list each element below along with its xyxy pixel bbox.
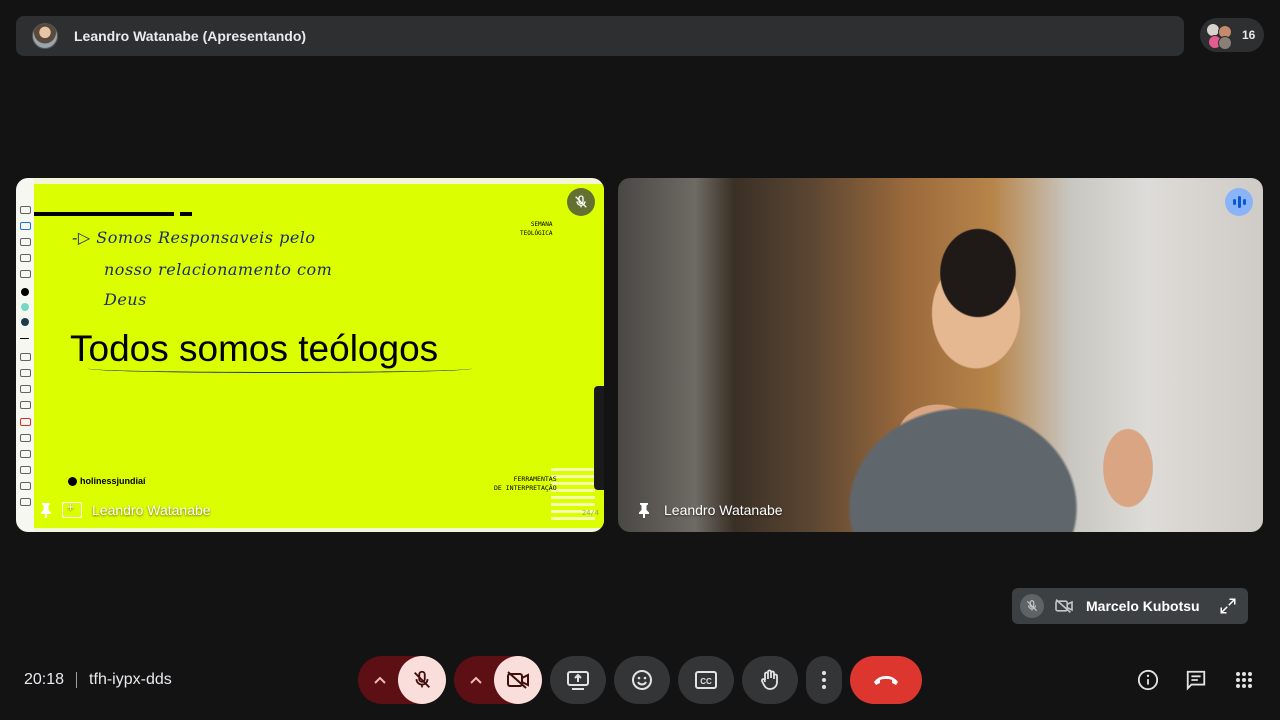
slide-bottom-line-1: FERRAMENTAS <box>513 475 557 483</box>
speaking-indicator-icon <box>1225 188 1253 216</box>
more-options-button[interactable] <box>806 656 842 704</box>
hang-up-icon <box>874 676 898 685</box>
slide-scrollbar[interactable] <box>594 386 604 490</box>
participant-count: 16 <box>1242 28 1256 42</box>
handwritten-underline <box>88 364 472 373</box>
raise-hand-icon <box>761 669 778 690</box>
slide-corner-line-2: TEOLÓGICA <box>520 230 553 237</box>
camera-control-group <box>454 656 542 704</box>
mic-control-group <box>358 656 446 704</box>
participant-avatars <box>1204 21 1232 50</box>
captions-button[interactable]: CC <box>678 656 734 704</box>
chat-button[interactable] <box>1184 668 1208 692</box>
emoji-icon <box>632 670 652 690</box>
present-screen-icon <box>62 500 82 518</box>
self-view-tile[interactable]: Marcelo Kubotsu <box>1012 588 1248 624</box>
screen-share-tile[interactable]: -▷ Somos Responsaveis pelo nosso relacio… <box>16 178 604 532</box>
leave-call-button[interactable] <box>850 656 922 704</box>
microphone-toggle-button[interactable] <box>398 656 446 704</box>
presenting-label: Leandro Watanabe (Apresentando) <box>74 28 307 44</box>
meeting-details-button[interactable] <box>1136 668 1160 692</box>
expand-icon[interactable] <box>1216 594 1240 618</box>
meeting-time: 20:18 <box>24 671 65 688</box>
screen-tile-name: Leandro Watanabe <box>92 502 211 518</box>
camera-off-icon <box>507 671 529 689</box>
annotation-toolbar <box>16 178 34 532</box>
meeting-details: 20:18 tfh-iypx-dds <box>24 668 172 692</box>
camera-toggle-button[interactable] <box>494 656 542 704</box>
pin-icon[interactable] <box>634 500 654 520</box>
slide-decor-bar-small <box>180 212 192 216</box>
pin-icon[interactable] <box>36 500 56 520</box>
video-options-button[interactable] <box>454 656 498 704</box>
present-screen-button[interactable] <box>550 656 606 704</box>
more-vert-icon <box>822 671 826 689</box>
slide-page-number: 24/4 <box>582 509 599 517</box>
captions-icon: CC <box>695 671 717 689</box>
presenting-banner: Leandro Watanabe (Apresentando) <box>16 16 1184 56</box>
info-icon <box>1137 669 1159 691</box>
logo-text: holinessjundiaí <box>80 476 146 486</box>
presentation-slide: -▷ Somos Responsaveis pelo nosso relacio… <box>34 184 604 528</box>
slide-decor-bar <box>34 212 174 216</box>
activities-button[interactable] <box>1232 668 1256 692</box>
raise-hand-button[interactable] <box>742 656 798 704</box>
camera-tile-label: Leandro Watanabe <box>618 500 783 520</box>
handwritten-line-3: Deus <box>104 290 147 309</box>
participants-button[interactable]: 16 <box>1200 18 1264 52</box>
mic-off-icon <box>414 670 430 688</box>
logo-mark-icon <box>68 476 77 486</box>
slide-corner-title: SEMANA TEOLÓGICA <box>520 220 553 238</box>
self-mic-off-icon <box>1020 594 1044 618</box>
svg-text:CC: CC <box>700 677 712 686</box>
presenter-avatar <box>32 23 58 49</box>
self-camera-off-icon <box>1052 594 1076 618</box>
handwritten-line-1: -▷ Somos Responsaveis pelo <box>72 228 316 247</box>
apps-grid-icon <box>1236 672 1252 688</box>
audio-options-button[interactable] <box>358 656 402 704</box>
camera-tile[interactable]: Leandro Watanabe <box>618 178 1263 532</box>
slide-corner-line-1: SEMANA <box>530 221 553 228</box>
camera-tile-name: Leandro Watanabe <box>664 502 783 518</box>
self-view-name: Marcelo Kubotsu <box>1086 598 1200 614</box>
handwritten-line-2: nosso relacionamento com <box>104 260 333 279</box>
present-screen-icon <box>567 671 589 690</box>
chat-icon <box>1186 670 1206 691</box>
meeting-code[interactable]: tfh-iypx-dds <box>89 671 172 689</box>
screen-tile-label: Leandro Watanabe <box>16 500 211 520</box>
tile-mic-off-icon <box>567 188 595 216</box>
slide-bottom-line-2: DE INTERPRETAÇÃO <box>494 484 557 492</box>
slide-bottom-title: FERRAMENTAS DE INTERPRETAÇÃO <box>494 475 557 493</box>
holiness-logo: holinessjundiaí <box>68 476 146 486</box>
divider <box>76 672 78 688</box>
reactions-button[interactable] <box>614 656 670 704</box>
